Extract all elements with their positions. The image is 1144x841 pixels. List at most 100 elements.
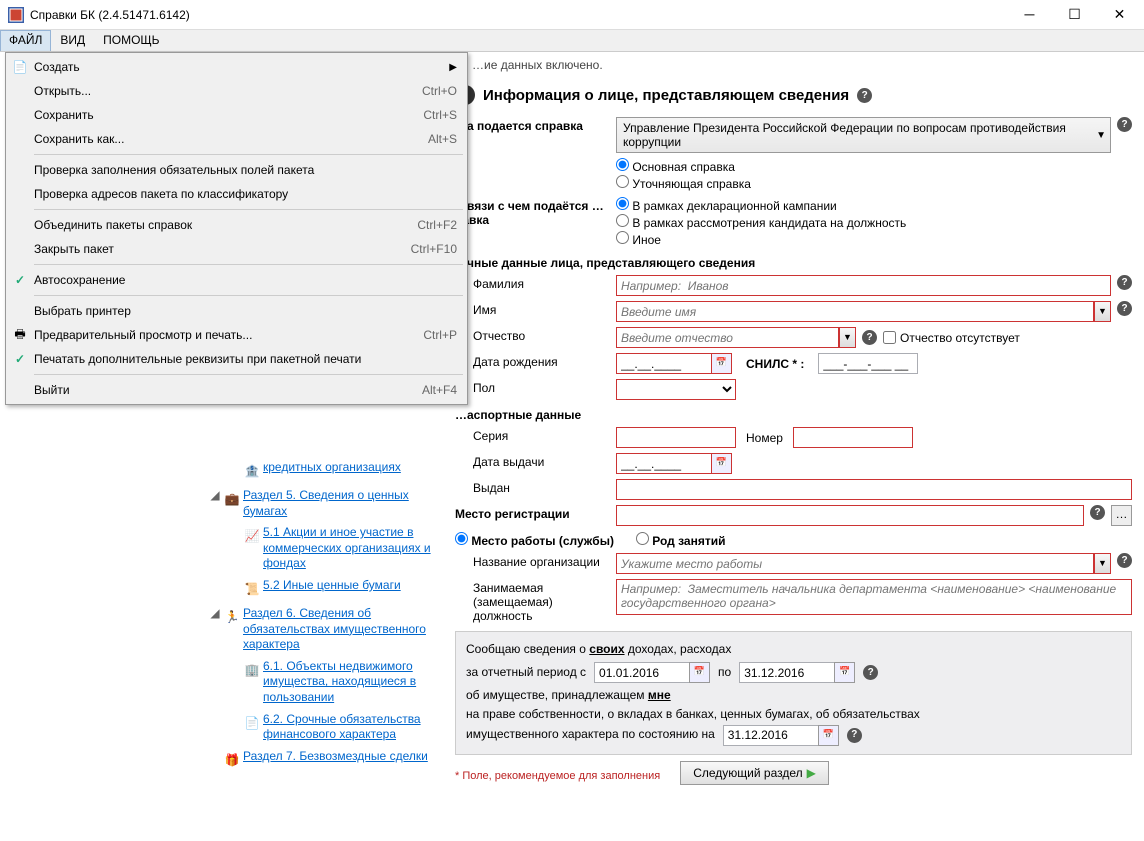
label-surname: Фамилия [455,275,610,291]
chevron-down-icon: ▼ [1096,130,1106,141]
label-snils: СНИЛС * : [746,357,804,371]
dropdown-button[interactable]: ▼ [839,327,856,348]
issue-date-input[interactable] [616,453,712,474]
radio-decl[interactable]: В рамках декларационной кампании [616,197,1132,213]
radio-work[interactable]: Место работы (службы) [455,532,614,548]
calendar-icon[interactable]: 📅 [834,662,855,683]
date-to-input[interactable] [739,662,835,683]
dob-input[interactable] [616,353,712,374]
separator [34,374,463,375]
person-icon: 🏃 [221,606,243,628]
menu-check-addr[interactable]: Проверка адресов пакета по классификатор… [8,182,465,206]
label-position: Занимаемая (замещаемая) должность [455,579,610,623]
no-patronymic-checkbox[interactable]: Отчество отсутствует [883,331,1020,345]
surname-input[interactable] [616,275,1111,296]
menu-open[interactable]: Открыть...Ctrl+O [8,79,465,103]
help-icon[interactable]: ? [1090,505,1105,520]
arrow-right-icon: ▶ [807,766,816,780]
menu-view[interactable]: ВИД [51,30,94,51]
building-icon: 🏢 [241,659,263,681]
name-input[interactable] [616,301,1094,322]
infobar: …ие данных включено. [460,52,1144,77]
position-input[interactable] [616,579,1132,615]
label-series: Серия [455,427,610,443]
menubar: ФАЙЛ ВИД ПОМОЩЬ [0,30,1144,52]
minimize-button[interactable]: ─ [1007,0,1052,29]
dropdown-button[interactable]: ▼ [1094,553,1111,574]
menu-print-extra[interactable]: ✓Печатать дополнительные реквизиты при п… [8,347,465,371]
label-issue-date: Дата выдачи [455,453,610,469]
app-icon [8,7,24,23]
help-icon[interactable]: ? [857,88,872,103]
close-button[interactable]: ✕ [1097,0,1142,29]
collapse-icon[interactable]: ◢ [209,606,221,620]
menu-saveas[interactable]: Сохранить как...Alt+S [8,127,465,151]
help-icon[interactable]: ? [862,330,877,345]
series-input[interactable] [616,427,736,448]
label-issued-by: Выдан [455,479,610,495]
menu-exit[interactable]: ВыйтиAlt+F4 [8,378,465,402]
radio-other[interactable]: Иное [616,231,1132,247]
number-input[interactable] [793,427,913,448]
label-org: Название организации [455,553,610,569]
radio-cand[interactable]: В рамках рассмотрения кандидата на должн… [616,214,1132,230]
page-heading: i Информация о лице, представляющем свед… [455,85,1132,105]
label-dob: Дата рождения [455,353,610,369]
ellipsis-button[interactable]: … [1111,505,1132,526]
personal-header: …чные данные лица, представляющего сведе… [455,256,1132,270]
label-where: …а подается справка [455,117,610,133]
radio-occupation[interactable]: Род занятий [636,532,726,548]
cert-icon: 📜 [241,578,263,600]
menu-close-pkg[interactable]: Закрыть пакетCtrl+F10 [8,237,465,261]
snils-input[interactable] [818,353,918,374]
help-icon[interactable]: ? [847,728,862,743]
calendar-icon[interactable]: 📅 [711,353,732,374]
check-icon: ✓ [12,352,28,366]
help-icon[interactable]: ? [1117,117,1132,132]
collapse-icon[interactable]: ◢ [209,488,221,502]
radio-corr[interactable]: Уточняющая справка [616,175,1132,191]
reg-input[interactable] [616,505,1084,526]
chart-icon: 📈 [241,525,263,547]
radio-main[interactable]: Основная справка [616,158,1132,174]
help-icon[interactable]: ? [1117,275,1132,290]
dropdown-button[interactable]: ▼ [1094,301,1111,322]
next-section-button[interactable]: Следующий раздел ▶ [680,761,829,785]
menu-help[interactable]: ПОМОЩЬ [94,30,168,51]
date-from-input[interactable] [594,662,690,683]
menu-select-printer[interactable]: Выбрать принтер [8,299,465,323]
calendar-icon[interactable]: 📅 [689,662,710,683]
footnote: * Поле, рекомендуемое для заполнения [455,770,660,782]
titlebar: Справки БК (2.4.51471.6142) ─ ☐ ✕ [0,0,1144,30]
new-icon: 📄 [12,60,28,74]
help-icon[interactable]: ? [863,665,878,680]
menu-file[interactable]: ФАЙЛ [0,30,51,51]
help-icon[interactable]: ? [1117,301,1132,316]
label-patronymic: Отчество [455,327,610,343]
label-reason: …вязи с чем подаётся …равка [455,197,610,227]
maximize-button[interactable]: ☐ [1052,0,1097,29]
calendar-icon[interactable]: 📅 [711,453,732,474]
issued-by-input[interactable] [616,479,1132,500]
menu-save[interactable]: СохранитьCtrl+S [8,103,465,127]
chevron-right-icon: ▶ [449,62,457,73]
separator [34,154,463,155]
window-title: Справки БК (2.4.51471.6142) [30,8,1007,22]
help-icon[interactable]: ? [1117,553,1132,568]
menu-merge[interactable]: Объединить пакеты справокCtrl+F2 [8,213,465,237]
menu-autosave[interactable]: ✓Автосохранение [8,268,465,292]
calendar-icon[interactable]: 📅 [818,725,839,746]
doc-icon: 📄 [241,712,263,734]
label-gender: Пол [455,379,610,395]
label-number: Номер [746,431,783,445]
menu-create[interactable]: 📄Создать▶ [8,55,465,79]
separator [34,295,463,296]
date-asof-input[interactable] [723,725,819,746]
menu-check-fields[interactable]: Проверка заполнения обязательных полей п… [8,158,465,182]
menu-preview[interactable]: 🖶Предварительный просмотр и печать...Ctr… [8,323,465,347]
gender-select[interactable] [616,379,736,400]
patronymic-input[interactable] [616,327,839,348]
where-select[interactable]: Управление Президента Российской Федерац… [616,117,1111,153]
org-input[interactable] [616,553,1094,574]
file-menu-dropdown: 📄Создать▶ Открыть...Ctrl+O СохранитьCtrl… [5,52,468,405]
